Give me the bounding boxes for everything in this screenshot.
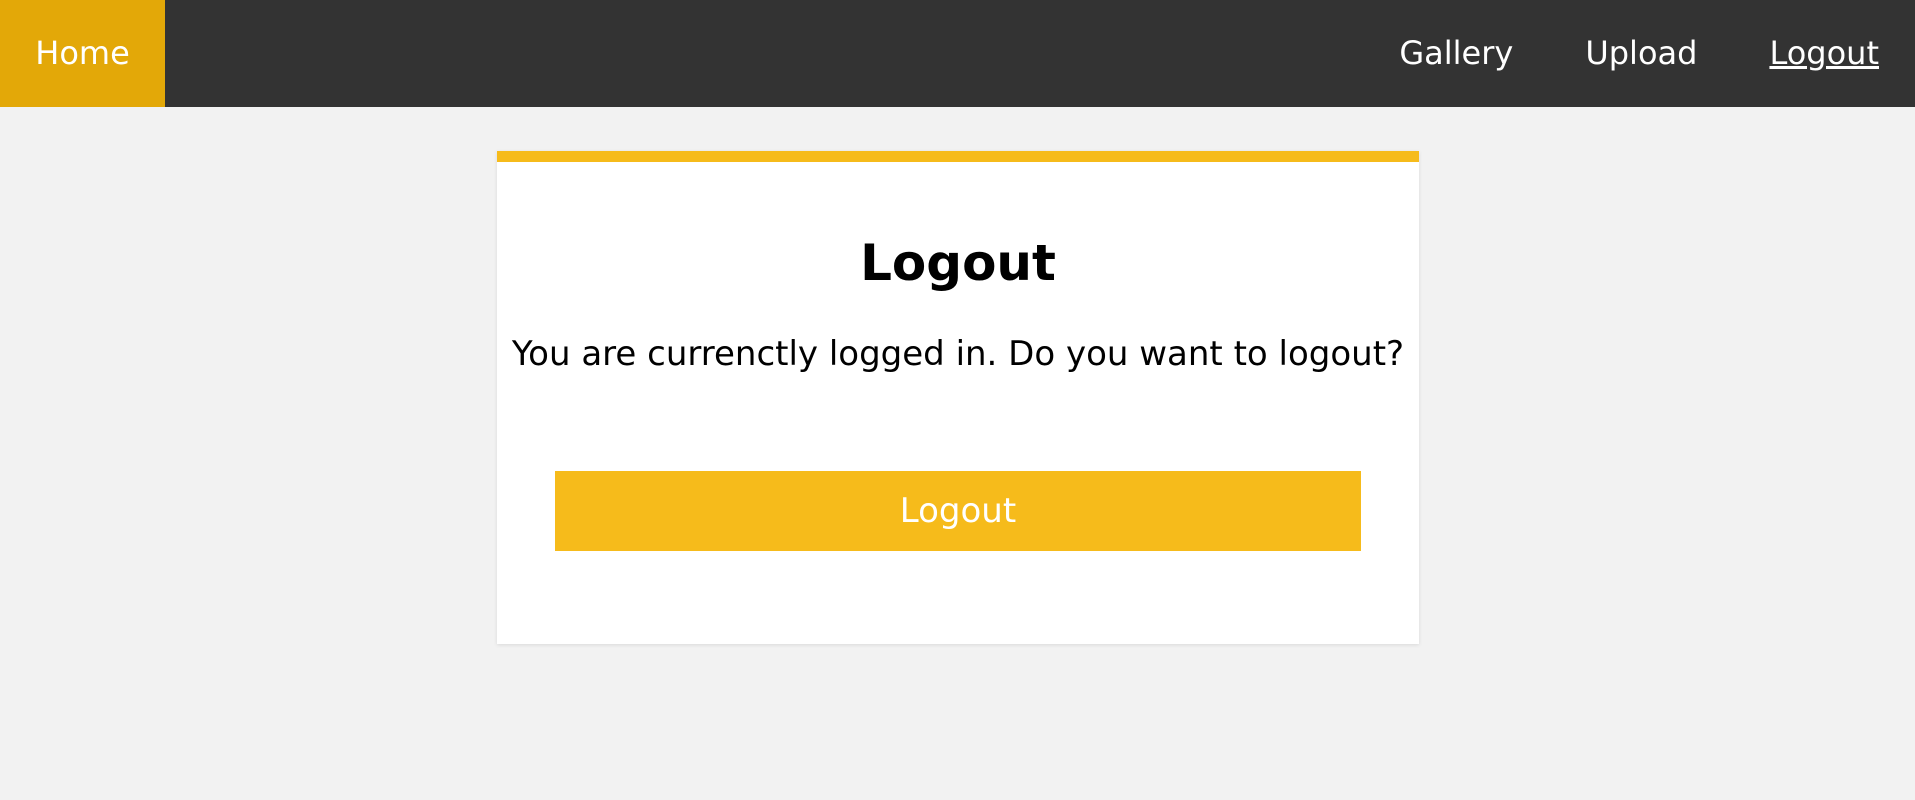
logout-message: You are currenctly logged in. Do you wan… [511,334,1405,374]
nav-upload-link[interactable]: Upload [1549,0,1733,107]
nav-right-group: Gallery Upload Logout [1363,0,1915,107]
nav-logout-link[interactable]: Logout [1733,0,1915,107]
top-navbar: Home Gallery Upload Logout [0,0,1915,107]
nav-gallery-link[interactable]: Gallery [1363,0,1549,107]
logout-card: Logout You are currenctly logged in. Do … [497,151,1419,644]
page-title: Logout [860,234,1056,292]
nav-home-link[interactable]: Home [0,0,165,107]
logout-button[interactable]: Logout [555,471,1361,551]
